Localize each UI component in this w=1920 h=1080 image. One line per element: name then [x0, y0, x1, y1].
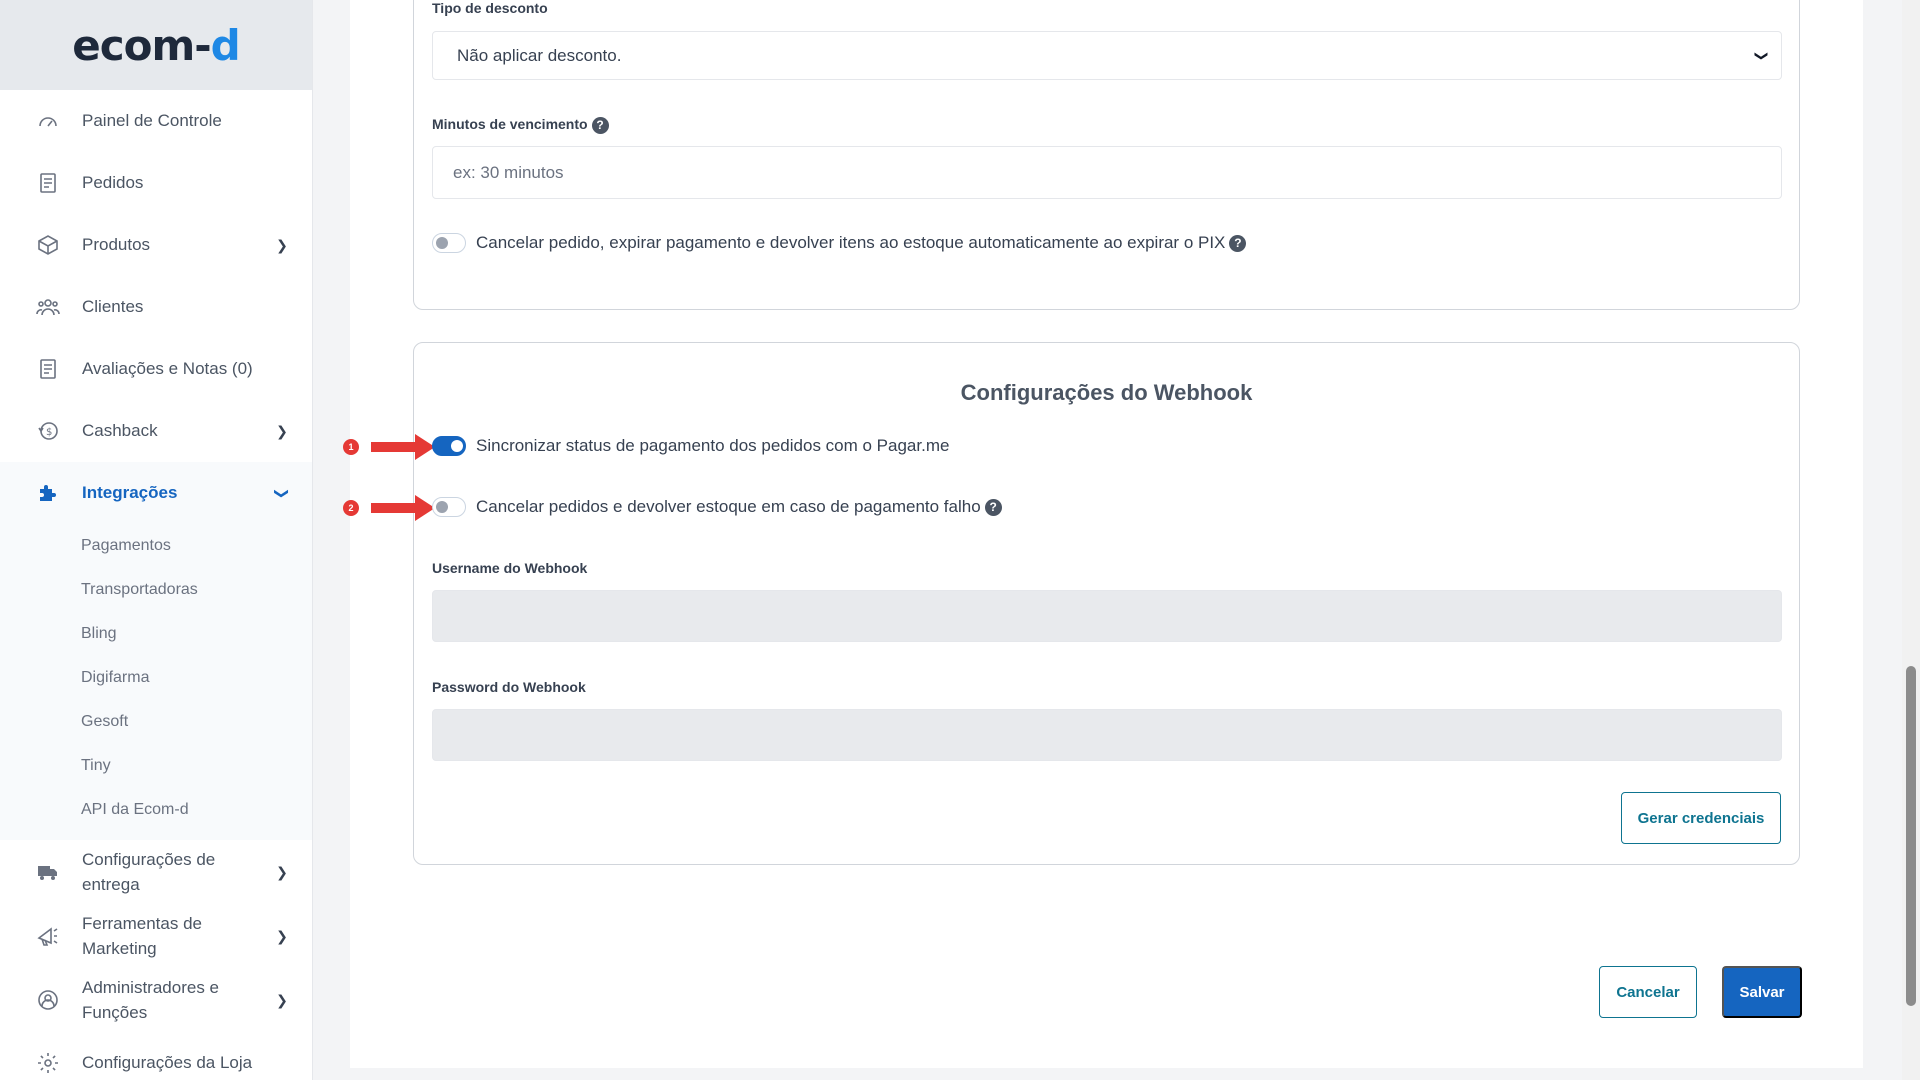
toggle-knob: [436, 237, 448, 249]
submenu-item-gesoft[interactable]: Gesoft: [0, 700, 312, 744]
sidebar-item-label: Configurações de entrega: [82, 849, 216, 895]
webhook-username-label: Username do Webhook: [432, 560, 588, 576]
webhook-username-input[interactable]: [432, 590, 1782, 642]
sidebar-item-entrega[interactable]: Configurações de entrega ❯: [0, 840, 312, 904]
webhook-sync-toggle[interactable]: [432, 436, 466, 456]
sidebar-item-label: Integrações: [82, 483, 178, 503]
pix-auto-cancel-row: Cancelar pedido, expirar pagamento e dev…: [432, 233, 1247, 253]
webhook-password-input[interactable]: [432, 709, 1782, 761]
logo-accent: d: [210, 20, 241, 70]
sidebar-item-avaliacoes[interactable]: Avaliações e Notas (0): [0, 338, 312, 400]
submenu-item-pagamentos[interactable]: Pagamentos: [0, 524, 312, 568]
orders-icon: [34, 169, 62, 197]
webhook-sync-label: Sincronizar status de pagamento dos pedi…: [476, 436, 950, 455]
webhook-section-title: Configurações do Webhook: [960, 380, 1253, 405]
help-icon[interactable]: ?: [984, 498, 1002, 516]
sidebar-nav: Painel de Controle Pedidos Produtos ❯ Cl…: [0, 90, 312, 524]
expiry-minutes-input[interactable]: ex: 30 minutos: [432, 146, 1782, 199]
chevron-right-icon: ❯: [276, 236, 288, 253]
sidebar-item-clientes[interactable]: Clientes: [0, 276, 312, 338]
annotation-arrow-2: 2: [343, 493, 435, 523]
main-content: Tipo de desconto Não aplicar desconto. ❯…: [343, 0, 1863, 1068]
sidebar-item-administradores[interactable]: Administradores e Funções ❯: [0, 968, 312, 1032]
chevron-right-icon: ❯: [276, 863, 288, 880]
speedometer-icon: [34, 107, 62, 135]
sidebar-item-label: Produtos: [82, 235, 151, 255]
sidebar-item-pedidos[interactable]: Pedidos: [0, 152, 312, 214]
discount-type-value: Não aplicar desconto.: [457, 45, 622, 65]
sidebar-item-label: Administradores e Funções: [82, 977, 220, 1023]
reviews-icon: [34, 355, 62, 383]
logo-area[interactable]: ecom-d: [0, 0, 312, 90]
chevron-right-icon: ❯: [276, 927, 288, 944]
webhook-password-label: Password do Webhook: [432, 679, 586, 695]
chevron-down-icon: ❯: [1754, 50, 1770, 61]
submenu-item-api[interactable]: API da Ecom-d: [0, 788, 312, 832]
page-scrollbar[interactable]: [1902, 0, 1920, 1080]
annotation-arrow-1: 1: [343, 432, 435, 462]
webhook-cancel-label: Cancelar pedidos e devolver estoque em c…: [476, 497, 981, 516]
submenu-item-bling[interactable]: Bling: [0, 612, 312, 656]
sidebar-item-integracoes[interactable]: Integrações ❯: [0, 462, 312, 524]
logo-text: ecom-: [72, 20, 211, 70]
pix-auto-cancel-toggle[interactable]: [432, 233, 466, 253]
sidebar-nav-bottom: Configurações de entrega ❯ Ferramentas d…: [0, 840, 312, 1080]
expiry-minutes-label: Minutos de vencimento?: [432, 116, 609, 134]
sidebar-item-label: Clientes: [82, 297, 144, 317]
sidebar-item-marketing[interactable]: Ferramentas de Marketing ❯: [0, 904, 312, 968]
scrollbar-thumb[interactable]: [1906, 666, 1916, 1006]
users-icon: [34, 293, 62, 321]
sidebar-item-label: Cashback: [82, 421, 158, 441]
webhook-cancel-toggle[interactable]: [432, 497, 466, 517]
puzzle-icon: [34, 479, 62, 507]
truck-icon: [34, 858, 62, 886]
arrow-right-icon: [371, 495, 435, 521]
sidebar-item-cashback[interactable]: $ Cashback ❯: [0, 400, 312, 462]
submenu-item-digifarma[interactable]: Digifarma: [0, 656, 312, 700]
chevron-right-icon: ❯: [276, 422, 288, 439]
help-icon[interactable]: ?: [1229, 234, 1247, 252]
svg-text:$: $: [46, 427, 52, 438]
sidebar-item-label: Ferramentas de Marketing: [82, 913, 202, 959]
logo: ecom-d: [72, 20, 241, 70]
webhook-sync-row: Sincronizar status de pagamento dos pedi…: [432, 436, 949, 456]
sidebar: ecom-d Painel de Controle Pedidos Produt…: [0, 0, 313, 1080]
help-icon[interactable]: ?: [591, 116, 609, 134]
submenu-item-tiny[interactable]: Tiny: [0, 744, 312, 788]
cancel-button[interactable]: Cancelar: [1599, 966, 1697, 1018]
box-icon: [34, 231, 62, 259]
arrow-right-icon: [371, 434, 435, 460]
annotation-number: 2: [343, 500, 359, 516]
gear-icon: [34, 1049, 62, 1077]
user-gear-icon: [34, 986, 62, 1014]
webhook-cancel-row: Cancelar pedidos e devolver estoque em c…: [432, 497, 1002, 517]
discount-type-select[interactable]: Não aplicar desconto. ❯: [432, 31, 1782, 80]
toggle-knob: [451, 440, 463, 452]
submenu-item-transportadoras[interactable]: Transportadoras: [0, 568, 312, 612]
integracoes-submenu: Pagamentos Transportadoras Bling Digifar…: [0, 524, 312, 840]
sidebar-item-label: Painel de Controle: [82, 111, 222, 131]
expiry-minutes-placeholder: ex: 30 minutos: [453, 162, 564, 182]
sidebar-item-label: Pedidos: [82, 173, 144, 193]
chevron-down-icon: ❯: [274, 487, 291, 499]
sidebar-item-label: Avaliações e Notas (0): [82, 359, 253, 379]
chevron-right-icon: ❯: [276, 991, 288, 1008]
annotation-number: 1: [343, 439, 359, 455]
toggle-knob: [436, 501, 448, 513]
pix-auto-cancel-label: Cancelar pedido, expirar pagamento e dev…: [476, 233, 1226, 252]
expiry-minutes-label-text: Minutos de vencimento: [432, 116, 588, 132]
sidebar-item-config-loja[interactable]: Configurações da Loja: [0, 1032, 312, 1080]
sidebar-item-produtos[interactable]: Produtos ❯: [0, 214, 312, 276]
megaphone-icon: [34, 922, 62, 950]
generate-credentials-button[interactable]: Gerar credenciais: [1621, 792, 1781, 844]
sidebar-item-painel[interactable]: Painel de Controle: [0, 90, 312, 152]
cashback-icon: $: [34, 417, 62, 445]
sidebar-item-label: Configurações da Loja: [82, 1053, 253, 1073]
discount-type-label: Tipo de desconto: [432, 0, 548, 16]
save-button[interactable]: Salvar: [1722, 966, 1802, 1018]
